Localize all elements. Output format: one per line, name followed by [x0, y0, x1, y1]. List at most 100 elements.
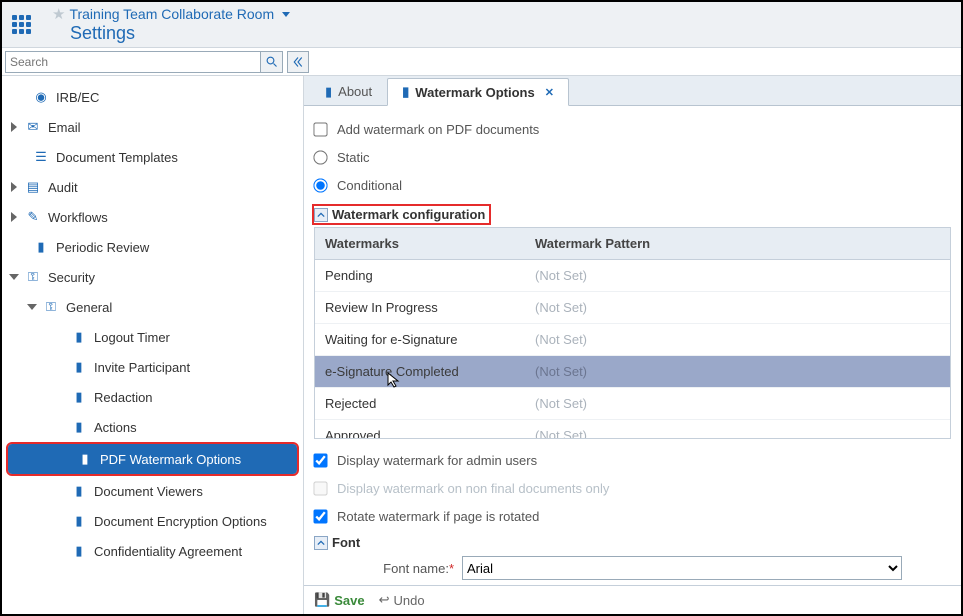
table-row[interactable]: Rejected(Not Set) — [315, 388, 950, 420]
tree-label: Security — [48, 270, 95, 285]
document-icon: ▮ — [32, 239, 50, 255]
collapse-toggle[interactable] — [314, 536, 328, 550]
tree-label: IRB/EC — [56, 90, 99, 105]
checkbox-display-admin[interactable]: Display watermark for admin users — [314, 447, 951, 473]
tab-label: About — [338, 84, 372, 99]
section-title: Font — [332, 535, 360, 550]
radio-conditional[interactable]: Conditional — [314, 172, 951, 198]
mail-icon: ✉ — [24, 119, 42, 135]
table-body[interactable]: Pending(Not Set)Review In Progress(Not S… — [315, 260, 950, 438]
checkbox-input[interactable] — [313, 509, 327, 523]
tree-item-document-encryption[interactable]: ▮ Document Encryption Options — [2, 506, 303, 536]
collapse-toggle[interactable] — [314, 208, 328, 222]
cell-watermark-pattern: (Not Set) — [525, 324, 950, 355]
table-row[interactable]: e-Signature Completed(Not Set) — [315, 356, 950, 388]
checkbox-label: Add watermark on PDF documents — [337, 122, 539, 137]
search-button[interactable] — [261, 51, 283, 73]
document-icon: ▮ — [325, 84, 332, 100]
tab-about[interactable]: ▮ About — [310, 77, 387, 105]
checkbox-label: Rotate watermark if page is rotated — [337, 509, 539, 524]
checkbox-input[interactable] — [313, 453, 327, 467]
radio-static[interactable]: Static — [314, 144, 951, 170]
tree-item-irbec[interactable]: ◉ IRB/EC — [2, 82, 303, 112]
app-header: ★ Training Team Collaborate Room Setting… — [2, 2, 961, 48]
collapse-sidebar-button[interactable] — [287, 51, 309, 73]
cell-watermark-pattern: (Not Set) — [525, 388, 950, 419]
tree-item-periodic-review[interactable]: ▮ Periodic Review — [2, 232, 303, 262]
document-icon: ▮ — [70, 419, 88, 435]
undo-label: Undo — [393, 593, 424, 608]
checkbox-add-watermark[interactable]: Add watermark on PDF documents — [314, 116, 951, 142]
table-row[interactable]: Review In Progress(Not Set) — [315, 292, 950, 324]
table-row[interactable]: Approved(Not Set) — [315, 420, 950, 438]
tree-item-workflows[interactable]: ✎ Workflows — [2, 202, 303, 232]
tree-item-confidentiality[interactable]: ▮ Confidentiality Agreement — [2, 536, 303, 566]
folder-icon: ▤ — [24, 179, 42, 195]
key-icon: ⚿ — [24, 269, 42, 285]
tree-label: Invite Participant — [94, 360, 190, 375]
list-icon: ☰ — [32, 149, 50, 165]
star-icon[interactable]: ★ — [52, 5, 65, 23]
room-selector[interactable]: ★ Training Team Collaborate Room — [52, 5, 290, 23]
tree-label: PDF Watermark Options — [100, 452, 241, 467]
document-icon: ▮ — [70, 513, 88, 529]
undo-icon: ↩ — [379, 592, 390, 608]
tree-item-audit[interactable]: ▤ Audit — [2, 172, 303, 202]
page-title: Settings — [70, 23, 290, 44]
cell-watermark-pattern: (Not Set) — [525, 292, 950, 323]
tree-label: Redaction — [94, 390, 153, 405]
document-icon: ▮ — [402, 84, 409, 100]
tree-item-email[interactable]: ✉ Email — [2, 112, 303, 142]
cell-watermark-pattern: (Not Set) — [525, 356, 950, 387]
tab-watermark-options[interactable]: ▮ Watermark Options ✕ — [387, 78, 569, 106]
save-label: Save — [334, 593, 364, 608]
tree-item-pdf-watermark-options[interactable]: ▮ PDF Watermark Options — [8, 444, 297, 474]
tree-label: Periodic Review — [56, 240, 149, 255]
cell-watermark-name: Rejected — [315, 388, 525, 419]
tree-item-actions[interactable]: ▮ Actions — [2, 412, 303, 442]
save-icon: 💾 — [314, 592, 330, 608]
section-font[interactable]: Font — [314, 535, 951, 550]
checkbox-display-nonfinal: Display watermark on non final documents… — [314, 475, 951, 501]
caret-right-icon — [11, 182, 17, 192]
tree-item-document-templates[interactable]: ☰ Document Templates — [2, 142, 303, 172]
tree-item-document-viewers[interactable]: ▮ Document Viewers — [2, 476, 303, 506]
radio-input[interactable] — [313, 178, 327, 192]
radio-input[interactable] — [313, 150, 327, 164]
close-icon[interactable]: ✕ — [545, 86, 554, 99]
save-button[interactable]: 💾 Save — [314, 592, 365, 608]
section-watermark-configuration[interactable]: Watermark configuration — [314, 206, 489, 223]
search-input[interactable] — [5, 51, 261, 73]
footer-toolbar: 💾 Save ↩ Undo — [304, 585, 961, 614]
table-row[interactable]: Waiting for e-Signature(Not Set) — [315, 324, 950, 356]
tree-item-general[interactable]: ⚿ General — [2, 292, 303, 322]
tab-label: Watermark Options — [415, 85, 534, 100]
tree-label: Actions — [94, 420, 137, 435]
tree-label: Workflows — [48, 210, 108, 225]
checkbox-input[interactable] — [313, 122, 327, 136]
tree-label: Document Encryption Options — [94, 514, 267, 529]
font-name-select[interactable]: Arial — [462, 556, 902, 580]
radio-label: Static — [337, 150, 370, 165]
document-icon: ▮ — [70, 389, 88, 405]
column-header-pattern[interactable]: Watermark Pattern — [525, 228, 950, 259]
section-title: Watermark configuration — [332, 207, 485, 222]
apps-grid-icon[interactable] — [12, 15, 32, 35]
checkbox-rotate-watermark[interactable]: Rotate watermark if page is rotated — [314, 503, 951, 529]
table-row[interactable]: Pending(Not Set) — [315, 260, 950, 292]
font-name-label: Font name:* — [314, 561, 454, 576]
check-circle-icon: ◉ — [32, 89, 50, 105]
search-icon — [266, 56, 278, 68]
settings-tree[interactable]: ◉ IRB/EC ✉ Email ☰ Document Templates ▤ … — [2, 76, 304, 614]
undo-button[interactable]: ↩ Undo — [379, 592, 425, 608]
column-header-watermarks[interactable]: Watermarks — [315, 228, 525, 259]
document-icon: ▮ — [70, 329, 88, 345]
tab-strip: ▮ About ▮ Watermark Options ✕ — [304, 76, 961, 106]
tree-item-security[interactable]: ⚿ Security — [2, 262, 303, 292]
tree-item-invite-participant[interactable]: ▮ Invite Participant — [2, 352, 303, 382]
document-icon: ▮ — [76, 451, 94, 467]
header-title-block: ★ Training Team Collaborate Room Setting… — [52, 5, 290, 44]
tree-item-redaction[interactable]: ▮ Redaction — [2, 382, 303, 412]
cell-watermark-pattern: (Not Set) — [525, 260, 950, 291]
tree-item-logout-timer[interactable]: ▮ Logout Timer — [2, 322, 303, 352]
